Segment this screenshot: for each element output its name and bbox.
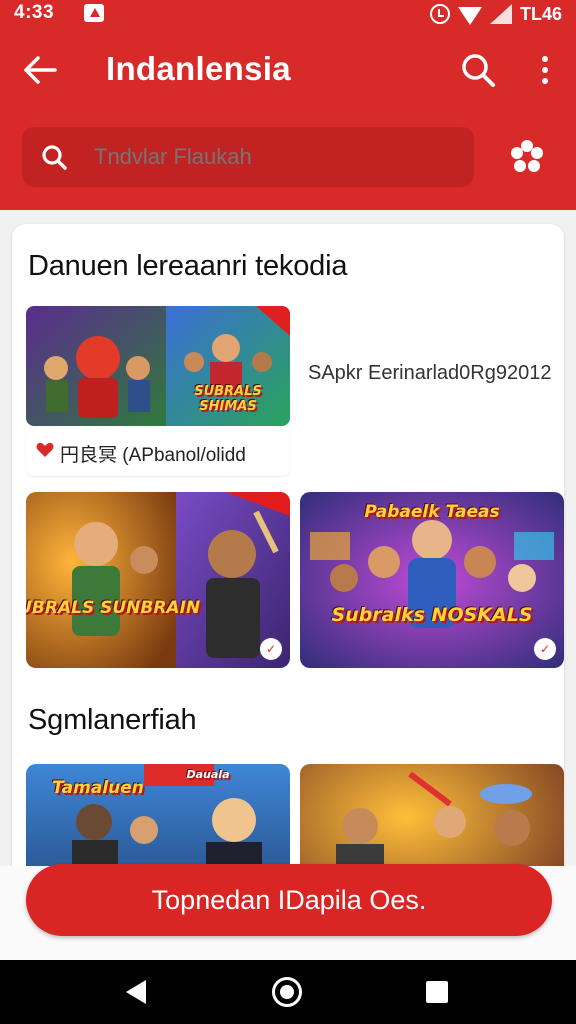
heart-icon bbox=[36, 442, 54, 457]
more-dot bbox=[542, 56, 548, 62]
section-title: Danuen lereaanri tekodia bbox=[28, 250, 348, 282]
featured-meta-text: 円良冥 (APbanol/olidd bbox=[60, 445, 246, 466]
game-tile-title: Pabaelk Taeas bbox=[364, 502, 500, 522]
back-button[interactable] bbox=[20, 50, 60, 90]
featured-game-caption: SUBRALS SHIMAS bbox=[194, 384, 262, 414]
search-input[interactable] bbox=[94, 137, 454, 177]
signal-icon bbox=[489, 4, 512, 24]
featured-game-banner[interactable]: SUBRALS SHIMAS bbox=[26, 306, 290, 426]
search-icon bbox=[462, 54, 495, 87]
status-bar: 4:33 TL46 bbox=[0, 0, 576, 28]
page-title: Indanlensia bbox=[106, 50, 291, 87]
arrow-left-icon bbox=[24, 56, 57, 84]
more-dot bbox=[542, 67, 548, 73]
game-tile[interactable]: SUBRALS SUNBRAIN ✓ bbox=[26, 492, 290, 668]
status-time: 4:33 bbox=[14, 2, 55, 23]
notification-app-icon bbox=[84, 4, 104, 22]
wifi-icon bbox=[457, 7, 482, 25]
status-icons: TL46 bbox=[429, 0, 562, 28]
status-right-time: TL46 bbox=[519, 3, 562, 24]
alarm-icon bbox=[429, 4, 450, 24]
bookmark-icon: ✓ bbox=[260, 638, 282, 660]
featured-meta: 円良冥 (APbanol/olidd bbox=[26, 426, 290, 476]
game-tile-caption: Tamaluen bbox=[52, 778, 144, 798]
search-bar[interactable] bbox=[22, 127, 474, 187]
section-title: Sgmlanerfiah bbox=[28, 704, 197, 736]
more-dot bbox=[542, 78, 548, 84]
game-tile-banner: Dauala bbox=[186, 768, 230, 781]
game-tile-caption: SUBRALS SUNBRAIN bbox=[26, 598, 201, 618]
game-tile-caption: Subralks NOSKALS bbox=[331, 604, 533, 626]
system-navigation-bar bbox=[0, 960, 576, 1024]
game-tile-art bbox=[26, 492, 290, 668]
filter-button[interactable] bbox=[506, 136, 548, 178]
nav-back-icon[interactable] bbox=[126, 980, 146, 1004]
flower-filter-icon bbox=[511, 140, 543, 172]
search-icon bbox=[42, 145, 67, 170]
more-options-button[interactable] bbox=[530, 50, 560, 90]
nav-home-icon[interactable] bbox=[272, 977, 302, 1007]
primary-cta-button[interactable]: Topnedan IDapila Oes. bbox=[26, 864, 552, 936]
game-tile[interactable]: Pabaelk Taeas Subralks NOSKALS ✓ bbox=[300, 492, 564, 668]
bookmark-icon: ✓ bbox=[534, 638, 556, 660]
search-button[interactable] bbox=[458, 50, 498, 90]
content-card: Danuen lereaanri tekodia SUBRALS SHIMAS bbox=[12, 224, 564, 884]
nav-recents-icon[interactable] bbox=[426, 981, 448, 1003]
featured-side-text: SApkr Eerinarlad0Rg92012 bbox=[308, 362, 552, 384]
